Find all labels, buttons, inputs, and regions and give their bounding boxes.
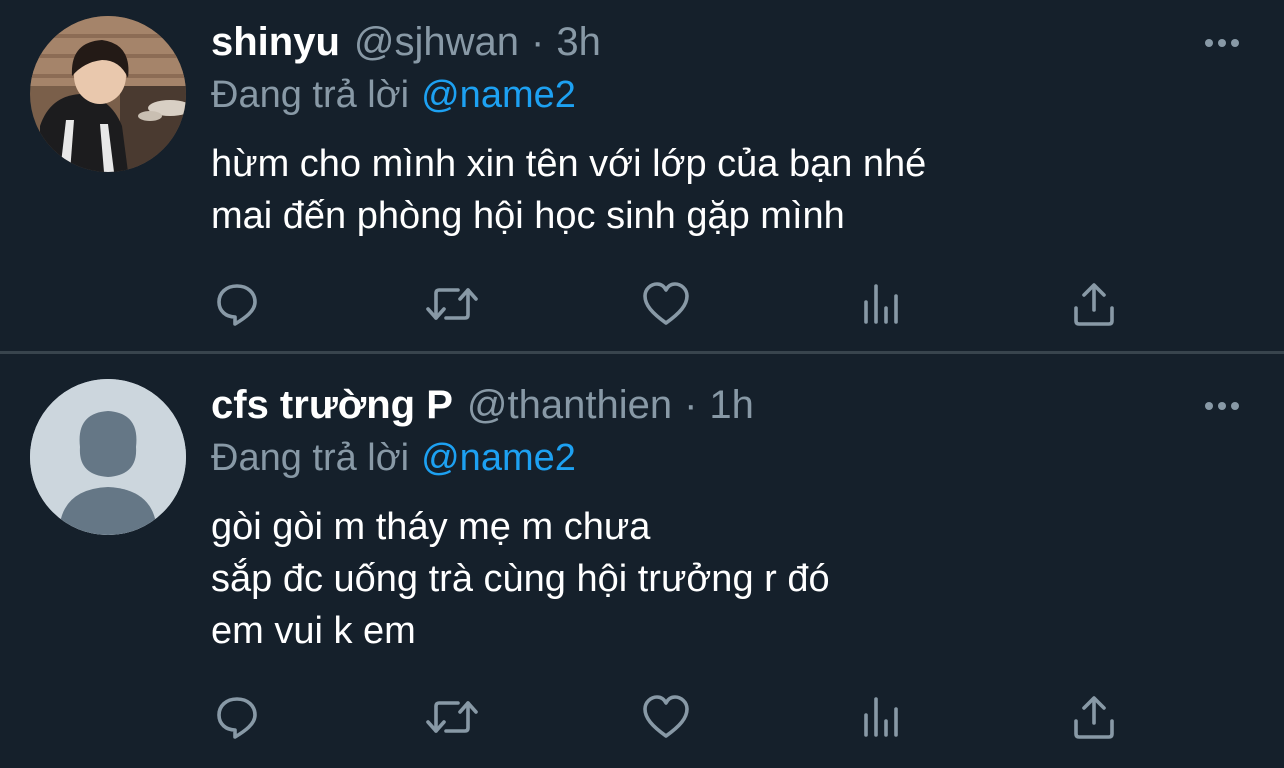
user-handle[interactable]: @thanthien: [467, 381, 672, 429]
tweet-text-line: mai đến phòng hội học sinh gặp mình: [211, 195, 845, 237]
profile-photo: [30, 16, 186, 172]
tweet-actions: [0, 687, 1284, 747]
replying-to: Đang trả lời @name2: [211, 435, 576, 481]
analytics-button[interactable]: [851, 687, 911, 747]
default-avatar-icon: [30, 379, 186, 535]
reply-button[interactable]: [207, 274, 267, 334]
mention-link[interactable]: @name2: [421, 437, 576, 479]
replying-label: Đang trả lời: [211, 74, 410, 116]
timestamp[interactable]: 1h: [709, 381, 754, 429]
timestamp[interactable]: 3h: [556, 18, 601, 66]
tweet-header: shinyu @sjhwan · 3h: [211, 18, 601, 66]
share-icon: [1074, 696, 1114, 739]
avatar[interactable]: [30, 16, 186, 172]
tweet-text-line: sắp đc uống trà cùng hội trưởng r đó: [211, 558, 830, 600]
tweet-text-line: gòi gòi m tháy mẹ m chưa: [211, 506, 651, 548]
analytics-icon: [864, 697, 898, 737]
reply-icon: [217, 284, 257, 326]
separator-dot: ·: [531, 20, 545, 64]
retweet-icon: [426, 288, 478, 320]
tweet-text-line: em vui k em: [211, 610, 416, 652]
reply-icon: [217, 697, 257, 739]
share-icon: [1074, 283, 1114, 326]
like-button[interactable]: [636, 274, 696, 334]
more-options-icon[interactable]: [1200, 394, 1244, 418]
separator-dot: ·: [684, 383, 698, 427]
tweet-text: hừm cho mình xin tên với lớp của bạn nhé…: [211, 138, 926, 242]
share-button[interactable]: [1064, 274, 1124, 334]
retweet-button[interactable]: [422, 687, 482, 747]
retweet-icon: [426, 701, 478, 733]
tweet-text-line: hừm cho mình xin tên với lớp của bạn nhé: [211, 143, 927, 185]
display-name[interactable]: shinyu: [211, 18, 340, 66]
like-icon: [643, 282, 689, 325]
tweet-actions: [0, 274, 1284, 334]
more-options-icon[interactable]: [1200, 31, 1244, 55]
analytics-icon: [864, 284, 898, 324]
tweet[interactable]: shinyu @sjhwan · 3h Đang trả lời @name2 h…: [0, 0, 1284, 352]
tweet-header: cfs trường P @thanthien · 1h: [211, 381, 754, 429]
like-button[interactable]: [636, 687, 696, 747]
replying-label: Đang trả lời: [211, 437, 410, 479]
like-icon: [643, 695, 689, 738]
retweet-button[interactable]: [422, 274, 482, 334]
display-name[interactable]: cfs trường P: [211, 381, 453, 429]
tweet-text: gòi gòi m tháy mẹ m chưa sắp đc uống trà…: [211, 501, 830, 657]
user-handle[interactable]: @sjhwan: [354, 18, 519, 66]
avatar[interactable]: [30, 379, 186, 535]
tweet[interactable]: cfs trường P @thanthien · 1h Đang trả lờ…: [0, 354, 1284, 768]
replying-to: Đang trả lời @name2: [211, 72, 576, 118]
analytics-button[interactable]: [851, 274, 911, 334]
mention-link[interactable]: @name2: [421, 74, 576, 116]
reply-button[interactable]: [207, 687, 267, 747]
share-button[interactable]: [1064, 687, 1124, 747]
